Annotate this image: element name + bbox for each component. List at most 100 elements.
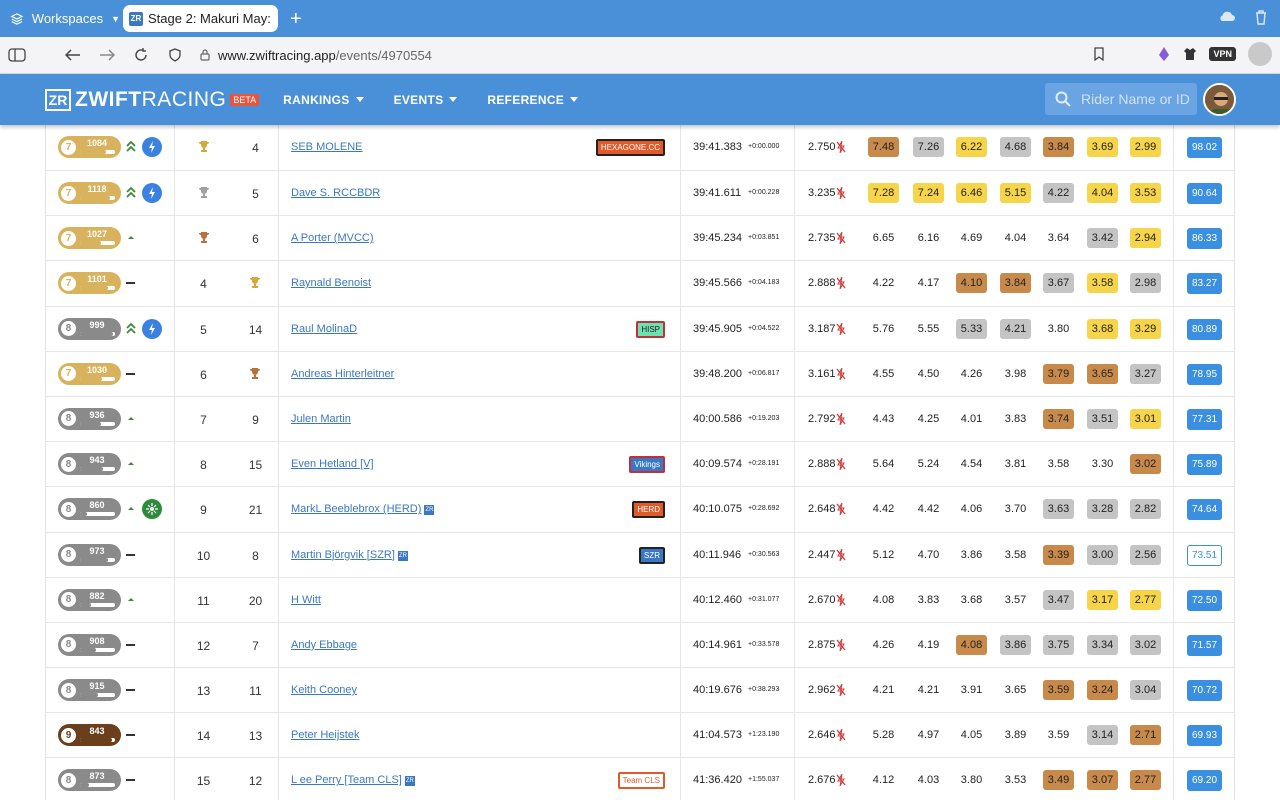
category-rating-pill[interactable]: 8 860 [58, 498, 121, 521]
column-divider [1173, 171, 1174, 216]
table-row[interactable]: 7 1118 5 Dave S. RCCBDR 39:41.611 +0:00.228 3.… [46, 171, 1234, 217]
menu-reference[interactable]: REFERENCE [487, 93, 579, 107]
category-rating-pill[interactable]: 9 843 [58, 724, 121, 747]
zwiftracing-logo[interactable]: ZR ZWIFTRACING BETA [45, 88, 260, 112]
bookmark-icon[interactable] [1093, 47, 1105, 61]
shield-button[interactable] [158, 40, 192, 70]
trash-icon[interactable] [1254, 9, 1268, 25]
category-rating-pill[interactable]: 8 936 [58, 407, 121, 430]
forward-button[interactable] [90, 40, 124, 70]
avg-wkg: 2.792 [808, 412, 836, 425]
power-value: 4.68 [1000, 137, 1031, 157]
workspaces-button[interactable]: Workspaces ▼ [10, 11, 120, 27]
power-value: 3.75 [1043, 634, 1074, 655]
category-rating-pill[interactable]: 8 908 [58, 633, 121, 656]
menu-events[interactable]: EVENTS [394, 93, 458, 107]
rider-name: A Porter (MVCC) [291, 232, 374, 245]
table-row[interactable]: 8 860 9 21 MarkL Beeblebrox (HERD) ZR HERD 40:1… [46, 487, 1234, 533]
power-value: 3.47 [1043, 589, 1074, 610]
cloud-icon[interactable] [1218, 9, 1236, 23]
profile-avatar[interactable] [1248, 42, 1272, 66]
team-badge[interactable]: HERD [632, 501, 665, 519]
power-value: 3.59 [1043, 680, 1074, 701]
category-rating-pill[interactable]: 7 1084 [58, 136, 121, 158]
team-badge[interactable]: Vikings [629, 456, 665, 474]
rating-value: 843 [89, 726, 105, 737]
new-tab-button[interactable]: + [290, 9, 302, 29]
column-divider [794, 171, 795, 216]
category-rating-pill[interactable]: 7 1030 [58, 362, 121, 385]
rider-name-link[interactable]: Keith Cooney [291, 684, 357, 696]
trend-flat-icon [126, 734, 135, 737]
avg-wkg: 2.648 [808, 503, 836, 516]
back-button[interactable] [56, 40, 90, 70]
category-rating-pill[interactable]: 7 1118 [58, 182, 121, 204]
table-row[interactable]: 8 915 13 11 Keith Cooney 40:19.676 +0:38.293 2.… [46, 668, 1234, 714]
shirt-icon[interactable] [1183, 47, 1197, 61]
rider-name-link[interactable]: Peter Heijstek [291, 729, 359, 741]
table-row[interactable]: 9 843 14 13 Peter Heijstek 41:04.573 +1:23.190… [46, 713, 1234, 759]
overall-position: 9 [252, 412, 259, 427]
rider-name-link[interactable]: SEB MOLENE [291, 141, 363, 153]
browser-tab-active[interactable]: ZR Stage 2: Makuri May: Turf [123, 5, 278, 32]
rating-progress-bar [80, 421, 115, 426]
power-value: 3.07 [1087, 770, 1118, 791]
rider-name-link[interactable]: Even Hetland [V] [291, 458, 374, 470]
table-row[interactable]: 8 873 15 12 L ee Perry [Team CLS] ZR Team CLS 4… [46, 758, 1234, 800]
category-rating-pill[interactable]: 8 882 [58, 588, 121, 611]
rider-name-link[interactable]: MarkL Beeblebrox (HERD) ZR [291, 503, 435, 516]
category-position: 7 [200, 412, 207, 427]
menu-rankings[interactable]: RANKINGS [283, 93, 364, 107]
rating-value: 943 [89, 455, 105, 466]
column-divider [680, 487, 681, 532]
category-rating-pill[interactable]: 8 973 [58, 543, 121, 566]
team-badge[interactable]: HISP [636, 320, 665, 338]
zr-badge-icon: ZR [404, 776, 415, 787]
rider-name-link[interactable]: A Porter (MVCC) [291, 232, 374, 244]
table-row[interactable]: 8 908 12 7 Andy Ebbage 40:14.961 +0:33.578 2.87… [46, 622, 1234, 669]
category-rating-pill[interactable]: 8 999 [58, 317, 121, 340]
rating-value: 1084 [86, 138, 108, 148]
category-rating-pill[interactable]: 7 1027 [58, 227, 121, 250]
rider-name: SEB MOLENE [291, 141, 363, 153]
rider-name-link[interactable]: Andy Ebbage [291, 639, 357, 651]
sidebar-toggle-button[interactable] [0, 40, 34, 70]
rider-name-link[interactable]: Raynald Benoist [291, 277, 371, 289]
table-row[interactable]: 8 882 11 20 H Witt 40:12.460 +0:31.077 2.670 4.0… [46, 577, 1234, 623]
rider-name-link[interactable]: H Witt [291, 594, 321, 606]
table-row[interactable]: 8 943 8 15 Even Hetland [V] Vikings 40:09.574 +… [46, 442, 1234, 488]
url-field[interactable]: www.zwiftracing.app/events/4970554 [200, 48, 432, 63]
vpn-button[interactable]: VPN [1209, 47, 1236, 61]
avg-wkg: 2.646 [808, 729, 836, 742]
rider-name-link[interactable]: Raul MolinaD [291, 323, 357, 335]
rider-name-link[interactable]: Martin Björgvik [SZR] ZR [291, 549, 408, 561]
table-row[interactable]: 8 973 10 8 Martin Björgvik [SZR] ZR SZR 40:11.9… [46, 532, 1234, 578]
finish-time: 39:45.566 [693, 277, 742, 290]
table-row[interactable]: 7 1084 4 SEB MOLENE HEXAGONE.CC 39:41.383 +0:0… [46, 125, 1234, 171]
rider-search-input[interactable]: Rider Name or ID [1045, 83, 1197, 115]
team-badge[interactable]: Team CLS [617, 772, 665, 790]
team-badge[interactable]: SZR [639, 546, 665, 564]
category-rating-pill[interactable]: 8 873 [58, 769, 121, 792]
category-rating-pill[interactable]: 7 1101 [58, 272, 121, 295]
extension-icon[interactable] [1157, 46, 1171, 62]
rating-value: 908 [89, 635, 105, 646]
rider-name-link[interactable]: Julen Martin [291, 413, 351, 425]
table-row[interactable]: 7 1101 4 Raynald Benoist 39:45.566 +0:04.183 2… [46, 261, 1234, 307]
team-badge[interactable]: HEXAGONE.CC [595, 139, 665, 156]
table-row[interactable]: 8 936 7 9 Julen Martin 40:00.586 +0:19.203 2.79… [46, 396, 1234, 443]
category-rating-pill[interactable]: 8 915 [58, 679, 121, 702]
rider-name-link[interactable]: L ee Perry [Team CLS] ZR [291, 774, 415, 787]
user-avatar[interactable] [1203, 83, 1236, 116]
rider-name-link[interactable]: Dave S. RCCBDR [291, 187, 380, 199]
rider-name-link[interactable]: Andreas Hinterleitner [291, 368, 394, 380]
search-icon [1055, 91, 1071, 107]
table-row[interactable]: 7 1027 6 A Porter (MVCC) 39:45.234 +0:03.851 2… [46, 216, 1234, 262]
category-rating-pill[interactable]: 8 943 [58, 453, 121, 476]
table-row[interactable]: 7 1030 6 Andreas Hinterleitner 39:48.200 +0:0… [46, 351, 1234, 397]
column-divider [174, 216, 175, 261]
power-value: 3.80 [1047, 322, 1070, 335]
rider-name: H Witt [291, 593, 321, 606]
reload-button[interactable] [124, 40, 158, 70]
table-row[interactable]: 8 999 5 14 Raul MolinaD HISP 39:45.905 +0:04.52… [46, 306, 1234, 352]
